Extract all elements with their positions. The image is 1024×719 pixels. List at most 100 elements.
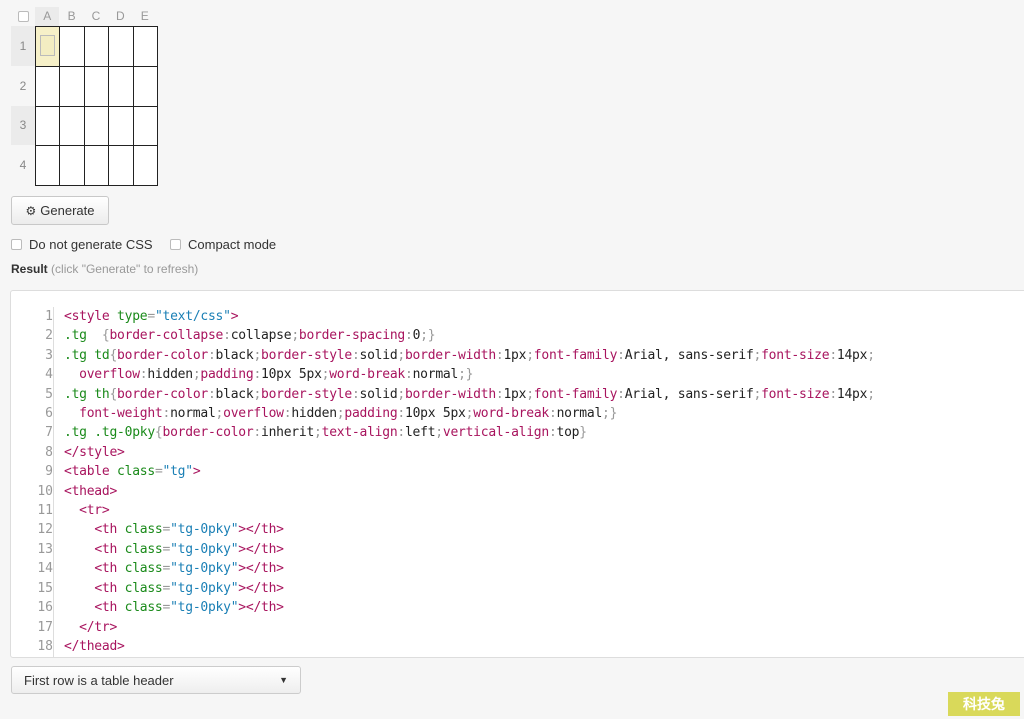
code-token: ></th> — [238, 541, 284, 557]
code-token: 14px — [836, 347, 868, 363]
code-token: vertical-align — [442, 425, 549, 441]
code-token: class — [124, 580, 163, 596]
code-token: text-align — [321, 425, 398, 441]
code-token: .tg td — [64, 347, 110, 363]
line-number: 10 — [37, 483, 53, 499]
code-token: 1px — [503, 386, 527, 402]
code-output[interactable]: 1 2 3 4 5 6 7 8 9 10 11 12 13 14 15 16 17 18 <style type=… — [10, 290, 1024, 658]
grid-cell[interactable] — [59, 145, 85, 186]
code-token: : — [829, 386, 837, 402]
code-token: = — [162, 561, 171, 577]
grid-cell[interactable] — [59, 105, 85, 147]
code-token: normal — [412, 367, 459, 383]
select-all-checkbox[interactable] — [18, 11, 29, 22]
code-token: word-break — [473, 406, 549, 422]
grid-cell[interactable] — [83, 145, 110, 186]
grid-cell[interactable] — [34, 145, 61, 186]
line-number: 11 — [37, 503, 53, 519]
code-line: font-weight:normal;overflow:hidden;paddi… — [64, 404, 875, 423]
code-token: class — [124, 522, 163, 538]
code-token: ; — [435, 425, 443, 441]
grid-cell[interactable] — [108, 65, 134, 107]
grid-cell[interactable] — [59, 65, 85, 107]
code-line: .tg {border-collapse:collapse;border-spa… — [64, 326, 875, 345]
grid-cell[interactable] — [34, 105, 61, 147]
code-token: border-style — [261, 386, 352, 402]
code-token: padding — [200, 367, 254, 383]
grid-cell[interactable] — [132, 26, 158, 67]
code-token: border-color — [117, 347, 208, 363]
no-css-checkbox[interactable] — [11, 239, 22, 250]
row-header[interactable]: 2 — [11, 66, 35, 106]
code-token: border-spacing — [298, 328, 405, 344]
code-line: <table class="tg"> — [64, 462, 875, 481]
compact-mode-checkbox[interactable] — [170, 239, 181, 250]
column-header[interactable]: B — [59, 7, 83, 26]
column-header[interactable]: C — [84, 7, 108, 26]
code-token: ; — [291, 328, 299, 344]
grid-cell[interactable] — [108, 145, 134, 186]
row-header[interactable]: 4 — [11, 145, 35, 185]
code-token: : — [548, 406, 557, 422]
code-line: <style type="text/css"> — [64, 307, 875, 326]
grid-cell[interactable] — [34, 26, 61, 67]
row-header[interactable]: 3 — [11, 105, 35, 146]
grid-cell[interactable] — [132, 145, 158, 186]
code-token: border-collapse — [109, 328, 224, 344]
grid-cell[interactable] — [59, 26, 85, 67]
generate-button[interactable]: ⚙ Generate — [11, 196, 109, 225]
code-token: .tg th — [64, 386, 110, 402]
grid-cell[interactable] — [83, 26, 110, 67]
code-token: ></th> — [238, 561, 284, 577]
code-token: : — [397, 425, 405, 441]
grid-cell[interactable] — [132, 105, 158, 147]
code-token: "tg-0pky" — [170, 522, 239, 538]
grid-cell[interactable] — [83, 65, 110, 107]
code-token: ; — [526, 347, 534, 363]
column-header[interactable]: E — [133, 7, 157, 26]
line-number: 16 — [37, 600, 53, 616]
code-token: ; — [215, 406, 224, 422]
code-token: : — [207, 386, 216, 402]
code-token: ></th> — [238, 600, 284, 616]
code-token: : — [351, 347, 360, 363]
code-token: border-width — [404, 347, 496, 363]
code-line: </style> — [64, 443, 875, 462]
grid-cell[interactable] — [132, 65, 158, 107]
column-header[interactable]: A — [35, 7, 60, 26]
code-token: hidden — [291, 406, 337, 422]
header-dropdown[interactable]: First row is a table header ▼ — [11, 666, 301, 694]
code-token: <tr> — [79, 503, 110, 519]
code-token: </style> — [64, 444, 125, 460]
grid-cell[interactable] — [83, 105, 110, 147]
cell-editor[interactable] — [40, 35, 55, 56]
code-token: : — [617, 347, 625, 363]
code-token: normal — [556, 406, 603, 422]
compact-mode-option[interactable]: Compact mode — [170, 237, 276, 252]
code-token: ; — [867, 386, 875, 402]
code-token: </tr> — [79, 619, 118, 635]
code-token: : — [617, 386, 625, 402]
code-token: ; — [753, 386, 762, 402]
grid-cell[interactable] — [108, 26, 134, 67]
grid-cell[interactable] — [34, 65, 61, 107]
no-css-option[interactable]: Do not generate CSS — [11, 237, 153, 252]
line-number: 5 — [45, 386, 53, 402]
code-token: ; — [314, 425, 322, 441]
code-token: overflow — [223, 406, 284, 422]
column-header[interactable]: D — [108, 7, 132, 26]
row-header[interactable]: 1 — [11, 26, 35, 66]
grid-cell[interactable] — [108, 105, 134, 147]
code-token: "tg-0pky" — [170, 561, 239, 577]
code-token: .tg — [64, 328, 87, 344]
code-token: left — [404, 425, 436, 441]
table-grid[interactable] — [34, 26, 158, 186]
code-line: <tr> — [64, 501, 875, 520]
